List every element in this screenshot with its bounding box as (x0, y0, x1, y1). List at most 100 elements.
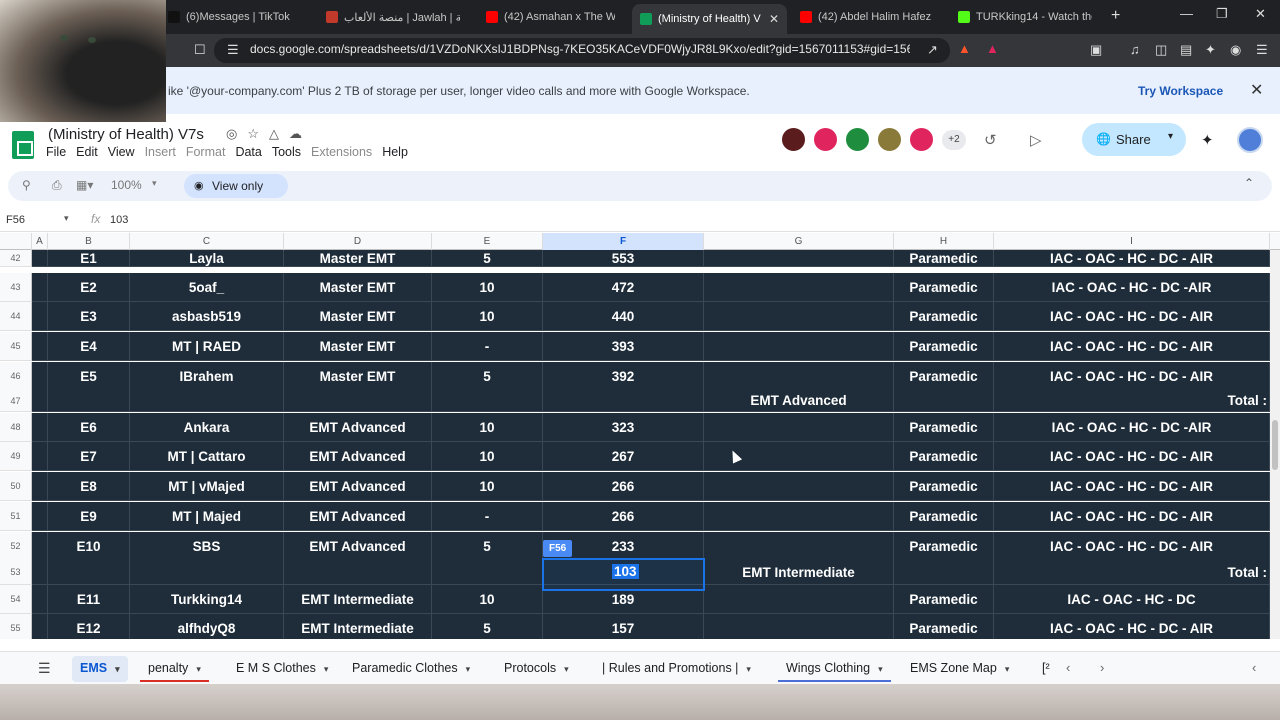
cell-f[interactable]: 266 (543, 502, 704, 531)
cell-i[interactable]: Total : (994, 560, 1270, 585)
cell-d[interactable]: EMT Intermediate (284, 585, 432, 614)
account-avatar[interactable] (1237, 127, 1263, 153)
vertical-scrollbar[interactable] (1270, 250, 1280, 639)
cell-b[interactable]: E1 (48, 250, 130, 267)
print-icon[interactable]: ⎙ (52, 178, 62, 193)
column-header-d[interactable]: D (284, 233, 432, 250)
cell-f[interactable] (543, 390, 704, 412)
cell-b[interactable]: E7 (48, 442, 130, 471)
cell-i[interactable]: IAC - OAC - HC - DC - AIR (994, 250, 1270, 267)
cell-c[interactable]: MT | vMajed (130, 472, 284, 501)
cell-c[interactable]: MT | Cattaro (130, 442, 284, 471)
cell-h[interactable]: Paramedic (894, 250, 994, 267)
chevron-down-icon[interactable]: ▾ (466, 664, 471, 674)
cell-g[interactable] (704, 362, 894, 391)
collapse-icon[interactable]: ⌃ (1244, 176, 1254, 190)
row-header[interactable]: 44 (0, 302, 32, 331)
cell-b[interactable] (48, 560, 130, 585)
cell-i[interactable]: IAC - OAC - HC - DC - AIR (994, 472, 1270, 501)
cell-h[interactable]: Paramedic (894, 502, 994, 531)
menu-data[interactable]: Data (235, 145, 261, 159)
sheet-tab[interactable]: Wings Clothing ▾ (778, 656, 891, 682)
cell-g[interactable] (704, 585, 894, 614)
brave-shield-icon[interactable]: ▲ (958, 41, 971, 56)
cell-e[interactable]: - (432, 502, 543, 531)
cell-e[interactable]: 5 (432, 614, 543, 639)
cell-d[interactable]: EMT Advanced (284, 413, 432, 442)
cell-g[interactable]: EMT Advanced (704, 390, 894, 412)
paint-format-icon[interactable]: ▦▾ (76, 178, 93, 192)
cell-h[interactable]: Paramedic (894, 302, 994, 331)
browser-menu-icon[interactable]: ☰ (1256, 42, 1268, 58)
gemini-icon[interactable]: ✦ (1201, 131, 1214, 149)
cell-a[interactable] (32, 362, 48, 391)
close-banner-icon[interactable]: ✕ (1250, 80, 1263, 100)
cell-i[interactable]: IAC - OAC - HC - DC - AIR (994, 614, 1270, 639)
cell-d[interactable] (284, 390, 432, 412)
cell-b[interactable]: E11 (48, 585, 130, 614)
cell-a[interactable] (32, 585, 48, 614)
sheet-tab[interactable]: Paramedic Clothes ▾ (344, 656, 478, 682)
cell-e[interactable]: 10 (432, 442, 543, 471)
zoom-chevron-icon[interactable]: ▾ (152, 178, 157, 189)
cell-d[interactable]: Master EMT (284, 302, 432, 331)
chevron-down-icon[interactable]: ▾ (1168, 131, 1173, 142)
cell-e[interactable]: 10 (432, 413, 543, 442)
doc-title[interactable]: (Ministry of Health) V7s (48, 126, 204, 143)
cell-e[interactable]: 10 (432, 302, 543, 331)
chevron-down-icon[interactable]: ▾ (324, 664, 329, 674)
cell-h[interactable]: Paramedic (894, 362, 994, 391)
cell-b[interactable]: E6 (48, 413, 130, 442)
cell-e[interactable] (432, 390, 543, 412)
cell-h[interactable]: Paramedic (894, 585, 994, 614)
browser-tab[interactable]: (42) Abdel Halim Hafez - A (792, 4, 942, 30)
cell-a[interactable] (32, 413, 48, 442)
row-header[interactable]: 55 (0, 614, 32, 639)
column-header-c[interactable]: C (130, 233, 284, 250)
cell-a[interactable] (32, 390, 48, 412)
brave-rewards-icon[interactable]: ▲ (986, 41, 999, 56)
cell-d[interactable]: Master EMT (284, 273, 432, 302)
history-icon[interactable]: ↺ (984, 131, 997, 149)
row-header[interactable]: 42 (0, 250, 32, 267)
row-header[interactable]: 51 (0, 502, 32, 531)
cell-g[interactable] (704, 413, 894, 442)
cell-a[interactable] (32, 250, 48, 267)
menu-extensions[interactable]: Extensions (311, 145, 372, 159)
chevron-down-icon[interactable]: ▾ (196, 664, 201, 674)
more-collaborators-badge[interactable]: +2 (942, 130, 966, 150)
formula-value[interactable]: 103 (110, 214, 128, 226)
cell-g[interactable] (704, 250, 894, 267)
scroll-left-icon[interactable]: ‹ (1066, 660, 1070, 675)
cell-f[interactable]: 472 (543, 273, 704, 302)
browser-tab[interactable]: (Ministry of Health) V ✕ (632, 4, 787, 34)
move-icon[interactable]: △ (269, 126, 289, 141)
menu-format[interactable]: Format (186, 145, 226, 159)
cell-b[interactable]: E12 (48, 614, 130, 639)
cell-e[interactable]: 5 (432, 532, 543, 561)
collaborator-avatar[interactable] (812, 126, 839, 153)
cell-b[interactable]: E3 (48, 302, 130, 331)
cell-a[interactable] (32, 560, 48, 585)
cell-i[interactable]: Total : (994, 390, 1270, 412)
cell-h[interactable]: Paramedic (894, 472, 994, 501)
zoom-select[interactable]: 100% (111, 178, 142, 192)
new-tab-button[interactable]: + (1111, 7, 1120, 25)
cell-i[interactable]: IAC - OAC - HC - DC (994, 585, 1270, 614)
column-header-b[interactable]: B (48, 233, 130, 250)
name-box-chevron-icon[interactable]: ▾ (64, 213, 69, 224)
leo-icon[interactable]: ✦ (1205, 42, 1216, 58)
sheet-tab[interactable]: [² (1034, 656, 1058, 682)
maximize-icon[interactable]: ❐ (1216, 6, 1228, 22)
cell-i[interactable]: IAC - OAC - HC - DC -AIR (994, 413, 1270, 442)
scroll-thumb[interactable] (1272, 420, 1278, 470)
try-workspace-link[interactable]: Try Workspace (1138, 84, 1223, 98)
meet-icon[interactable]: ▷ (1030, 131, 1042, 149)
minimize-icon[interactable]: — (1180, 6, 1193, 21)
close-window-icon[interactable]: ✕ (1255, 6, 1266, 22)
cell-b[interactable] (48, 390, 130, 412)
row-header[interactable]: 47 (0, 390, 32, 412)
collaborator-avatar[interactable] (780, 126, 807, 153)
cell-f[interactable]: 393 (543, 332, 704, 361)
cell-g[interactable] (704, 472, 894, 501)
